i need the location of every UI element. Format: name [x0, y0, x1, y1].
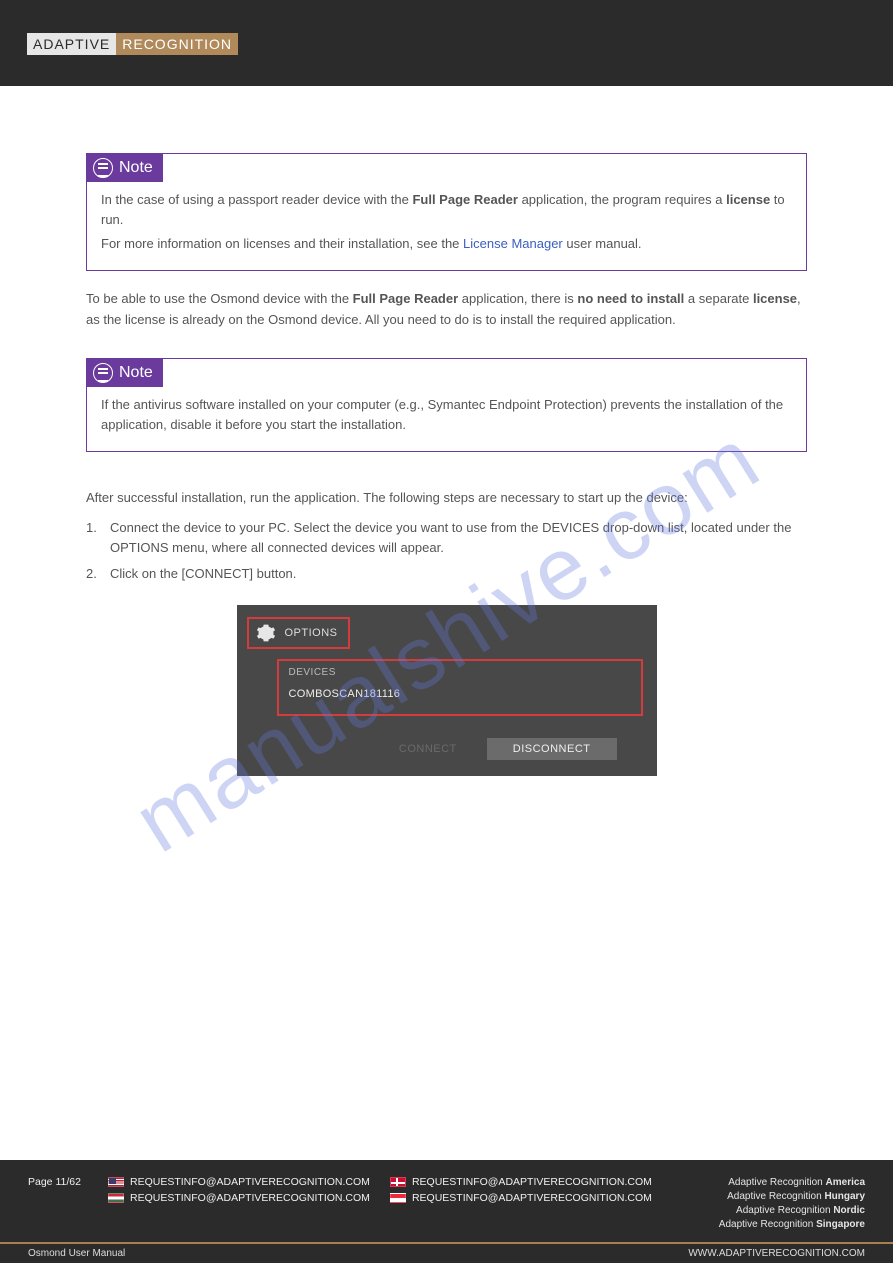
- footer-col-2: REQUESTINFO@ADAPTIVERECOGNITION.COM REQU…: [390, 1176, 652, 1232]
- devices-highlight: DEVICES COMBOSCAN181116: [277, 659, 643, 716]
- flag-us-icon: [108, 1177, 124, 1187]
- app-screenshot: OPTIONS DEVICES COMBOSCAN181116 CONNECT …: [237, 605, 657, 776]
- figure-wrap: OPTIONS DEVICES COMBOSCAN181116 CONNECT …: [86, 605, 807, 776]
- note-header: Note: [87, 359, 163, 387]
- logo-right: RECOGNITION: [116, 33, 238, 55]
- footer-loc-bold: Singapore: [816, 1219, 865, 1230]
- list-intro: After successful installation, run the a…: [86, 488, 807, 508]
- footer-url: WWW.ADAPTIVERECOGNITION.COM: [688, 1248, 865, 1259]
- para1f: license: [753, 291, 797, 306]
- step-number: 1.: [86, 518, 110, 558]
- license-manager-link[interactable]: License Manager: [463, 236, 563, 251]
- footer-email: REQUESTINFO@ADAPTIVERECOGNITION.COM: [412, 1176, 652, 1188]
- gear-icon: [255, 622, 277, 644]
- para1d: no need to install: [577, 291, 684, 306]
- note-label: Note: [119, 159, 153, 177]
- footer-email: REQUESTINFO@ADAPTIVERECOGNITION.COM: [130, 1176, 370, 1188]
- note1-bold1: Full Page Reader: [412, 192, 517, 207]
- footer-right: Adaptive Recognition America Adaptive Re…: [719, 1176, 865, 1232]
- note-body: If the antivirus software installed on y…: [87, 387, 806, 451]
- flag-hu-icon: [108, 1193, 124, 1203]
- logo-left: ADAPTIVE: [27, 33, 116, 55]
- note1-bold2: license: [726, 192, 770, 207]
- note-label: Note: [119, 364, 153, 382]
- options-label: OPTIONS: [285, 627, 338, 639]
- footer-loc-bold: America: [826, 1177, 865, 1188]
- note-box-license: Note In the case of using a passport rea…: [86, 153, 807, 271]
- note1-sub-suffix: user manual.: [563, 236, 642, 251]
- footer-entry: REQUESTINFO@ADAPTIVERECOGNITION.COM: [390, 1176, 652, 1188]
- note1-sub-prefix: For more information on licenses and the…: [101, 236, 463, 251]
- footer-loc-bold: Hungary: [824, 1191, 865, 1202]
- footer-loc: Adaptive Recognition: [719, 1219, 816, 1230]
- note2-text: If the antivirus software installed on y…: [101, 397, 783, 432]
- footer-bottom: Osmond User Manual WWW.ADAPTIVERECOGNITI…: [0, 1244, 893, 1263]
- footer-col-1: REQUESTINFO@ADAPTIVERECOGNITION.COM REQU…: [108, 1176, 370, 1232]
- para1c: application, there is: [458, 291, 577, 306]
- flag-dk-icon: [390, 1177, 406, 1187]
- footer-email: REQUESTINFO@ADAPTIVERECOGNITION.COM: [130, 1192, 370, 1204]
- footer-doc-title: Osmond User Manual: [28, 1248, 125, 1259]
- note-header: Note: [87, 154, 163, 182]
- device-name: COMBOSCAN181116: [289, 688, 631, 700]
- footer-email: REQUESTINFO@ADAPTIVERECOGNITION.COM: [412, 1192, 652, 1204]
- note-box-antivirus: Note If the antivirus software installed…: [86, 358, 807, 452]
- page-body: Note In the case of using a passport rea…: [0, 86, 893, 776]
- para1e: a separate: [684, 291, 753, 306]
- footer-loc: Adaptive Recognition: [727, 1191, 824, 1202]
- page-footer: Page 11/62 REQUESTINFO@ADAPTIVERECOGNITI…: [0, 1160, 893, 1263]
- note1-line1a: In the case of using a passport reader d…: [101, 192, 412, 207]
- options-highlight: OPTIONS: [247, 617, 350, 649]
- note-body: In the case of using a passport reader d…: [87, 182, 806, 270]
- footer-entry: REQUESTINFO@ADAPTIVERECOGNITION.COM: [108, 1176, 370, 1188]
- connect-button[interactable]: CONNECT: [399, 743, 457, 755]
- step-text: Click on the [CONNECT] button.: [110, 564, 807, 584]
- para1a: To be able to use the Osmond device with…: [86, 291, 353, 306]
- step-text: Connect the device to your PC. Select th…: [110, 518, 807, 558]
- note1-line1b: application, the program: [518, 192, 661, 207]
- step-number: 2.: [86, 564, 110, 584]
- step-item: 1. Connect the device to your PC. Select…: [86, 518, 807, 558]
- logo: ADAPTIVE RECOGNITION: [27, 32, 238, 56]
- disconnect-button[interactable]: DISCONNECT: [487, 738, 617, 760]
- para1b: Full Page Reader: [353, 291, 458, 306]
- flag-sg-icon: [390, 1193, 406, 1203]
- footer-loc-bold: Nordic: [833, 1205, 865, 1216]
- footer-page-number: Page 11/62: [28, 1176, 108, 1232]
- footer-entry: REQUESTINFO@ADAPTIVERECOGNITION.COM: [390, 1192, 652, 1204]
- footer-loc: Adaptive Recognition: [736, 1205, 833, 1216]
- step-list: 1. Connect the device to your PC. Select…: [86, 518, 807, 584]
- osmond-license-paragraph: To be able to use the Osmond device with…: [86, 289, 807, 329]
- page-header: ADAPTIVE RECOGNITION: [0, 0, 893, 86]
- footer-loc: Adaptive Recognition: [728, 1177, 825, 1188]
- footer-entry: REQUESTINFO@ADAPTIVERECOGNITION.COM: [108, 1192, 370, 1204]
- note-icon: [93, 158, 113, 178]
- step-item: 2. Click on the [CONNECT] button.: [86, 564, 807, 584]
- note-icon: [93, 363, 113, 383]
- note1-line2a: requires a: [665, 192, 726, 207]
- devices-label: DEVICES: [289, 667, 631, 678]
